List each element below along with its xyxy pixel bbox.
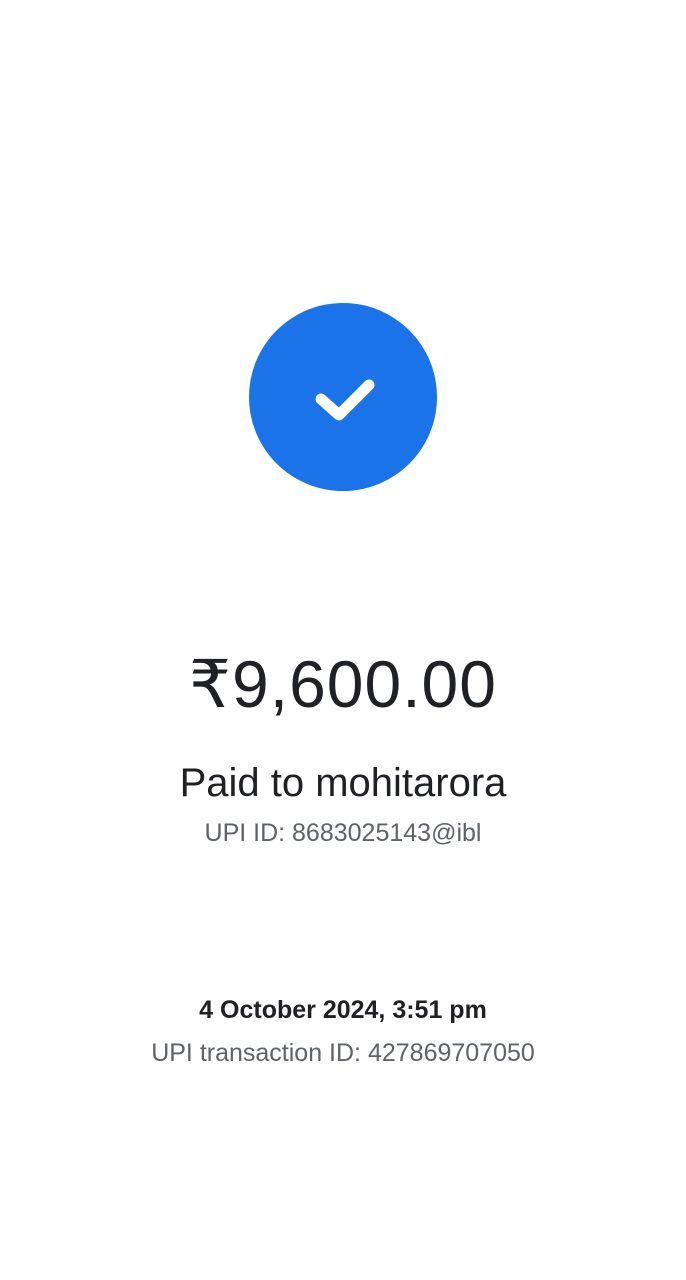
upi-transaction-id: UPI transaction ID: 427869707050	[151, 1039, 535, 1067]
payee-upi-id: UPI ID: 8683025143@ibl	[204, 819, 482, 847]
payment-amount: ₹9,600.00	[189, 647, 497, 721]
check-icon	[315, 379, 375, 421]
transaction-datetime: 4 October 2024, 3:51 pm	[199, 996, 487, 1024]
payment-success-badge	[249, 303, 437, 491]
payee-name: Paid to mohitarora	[179, 761, 507, 805]
payment-receipt-screen: { "status": { "icon": "check-icon", "col…	[0, 0, 686, 1280]
